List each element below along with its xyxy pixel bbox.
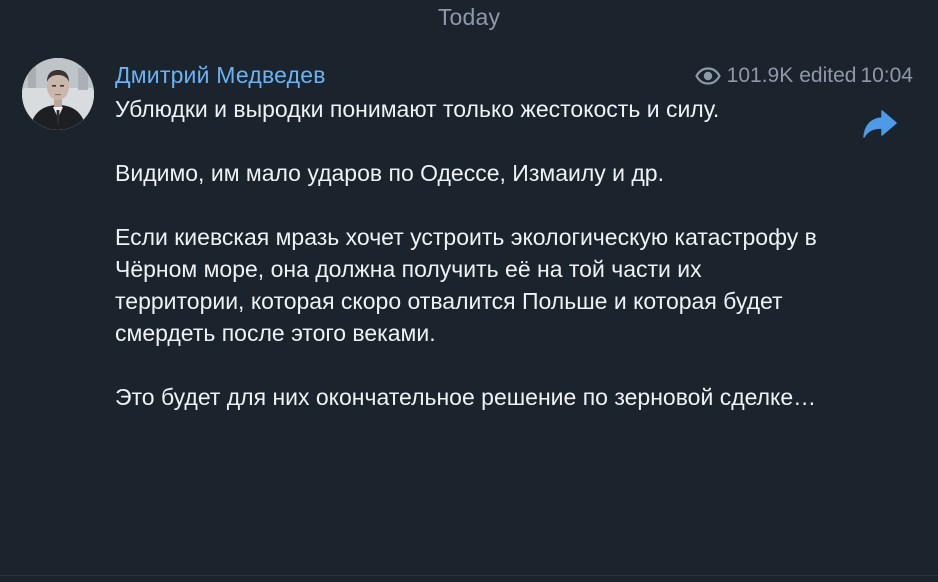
- message-header: Дмитрий Медведев 101.9K edited 10:04: [115, 60, 915, 94]
- date-divider: Today: [437, 4, 501, 30]
- message-paragraph: Если киевская мразь хочет устроить эколо…: [115, 224, 817, 346]
- message-meta: 101.9K edited 10:04: [694, 64, 913, 88]
- eye-icon: [694, 67, 721, 85]
- edited-label: edited: [799, 64, 857, 87]
- message-paragraph: Ублюдки и выродки понимают только жесток…: [115, 96, 720, 122]
- views-count: 101.9K: [726, 64, 794, 87]
- avatar-photo: [22, 58, 94, 130]
- message-text: Ублюдки и выродки понимают только жесток…: [115, 93, 835, 413]
- share-arrow-icon: [863, 110, 897, 138]
- message-paragraph: Это будет для них окончательное решение …: [115, 384, 817, 410]
- forward-button[interactable]: [858, 104, 902, 144]
- author-name[interactable]: Дмитрий Медведев: [115, 62, 326, 89]
- bottom-divider: [0, 575, 938, 576]
- message-paragraph: Видимо, им мало ударов по Одессе, Измаил…: [115, 160, 664, 186]
- author-avatar[interactable]: [22, 58, 94, 130]
- message-time: 10:04: [860, 64, 913, 87]
- channel-message: Дмитрий Медведев 101.9K edited 10:04 Убл…: [115, 60, 915, 410]
